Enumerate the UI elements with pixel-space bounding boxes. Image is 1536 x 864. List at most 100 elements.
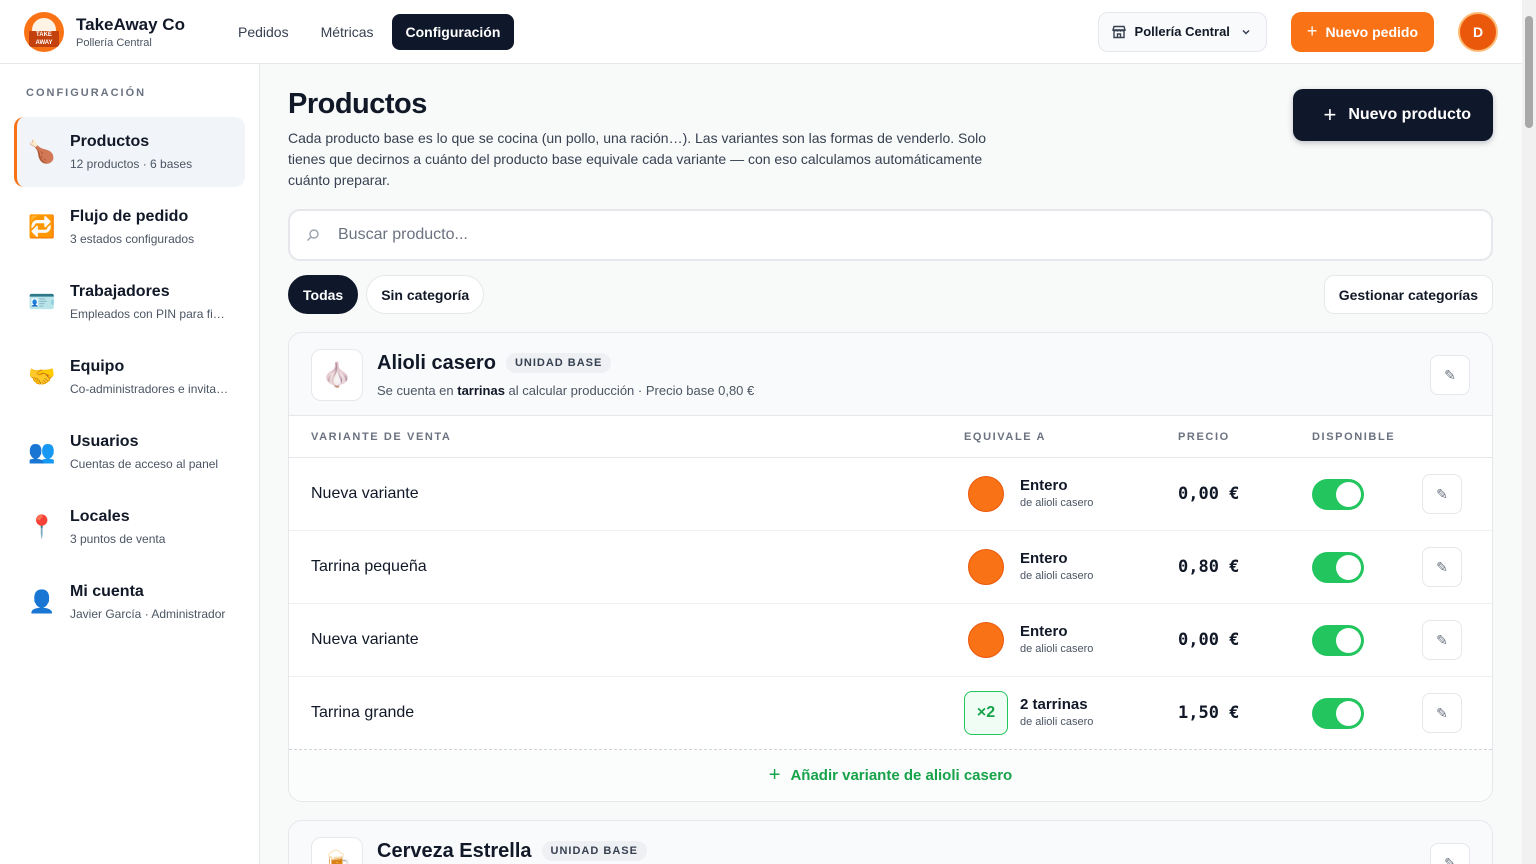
new-order-label: Nuevo pedido	[1325, 23, 1418, 40]
availability-toggle[interactable]	[1312, 479, 1364, 510]
toggle-knob	[1336, 701, 1361, 726]
sidebar-item-equipo[interactable]: 🤝 Equipo Co-administradores e invitados	[14, 342, 245, 412]
user-icon: 👤	[28, 589, 56, 614]
whole-unit-icon	[968, 622, 1004, 658]
page-scrollbar[interactable]	[1522, 0, 1536, 864]
plus-icon: +	[1323, 102, 1337, 127]
equiv-title: 2 tarrinas	[1020, 696, 1088, 713]
add-variant-button[interactable]: + Añadir variante de alioli casero	[289, 750, 1492, 800]
product-card-header: 🍺 Cerveza Estrella UNIDAD BASE ✎	[289, 821, 1492, 864]
equiv-subtitle: de alioli casero	[1020, 570, 1094, 582]
edit-variant-button[interactable]: ✎	[1422, 620, 1462, 660]
search-input[interactable]	[338, 226, 1438, 244]
column-header-variant: VARIANTE DE VENTA	[311, 431, 452, 443]
store-selector[interactable]: Pollería Central	[1097, 11, 1267, 52]
equiv-title: Entero	[1020, 550, 1068, 567]
variant-name: Tarrina grande	[311, 704, 415, 721]
whole-unit-icon	[968, 549, 1004, 585]
pencil-icon: ✎	[1436, 485, 1448, 502]
main-content: Productos Cada producto base es lo que s…	[288, 64, 1493, 864]
scrollbar-thumb[interactable]	[1525, 16, 1533, 128]
sidebar-item-label: Productos	[70, 133, 150, 150]
product-summary: Se cuenta en tarrinas al calcular produc…	[377, 383, 755, 398]
availability-toggle[interactable]	[1312, 552, 1364, 583]
settings-sidebar: CONFIGURACIÓN 🍗 Productos 12 productos · 6…	[0, 64, 260, 864]
manage-categories-button[interactable]: Gestionar categorías	[1323, 275, 1493, 314]
brand-subtitle: Pollería Central	[76, 36, 152, 49]
nav-metricas[interactable]: Métricas	[307, 14, 388, 50]
base-unit-badge: UNIDAD BASE	[505, 353, 612, 373]
sidebar-item-mi-cuenta[interactable]: 👤 Mi cuenta Javier García · Administrador	[14, 567, 245, 637]
base-unit-badge: UNIDAD BASE	[541, 841, 647, 861]
table-row: Nueva variante Entero de alioli casero 0,00…	[289, 458, 1492, 531]
sidebar-item-subtitle: Co-administradores e invitados	[70, 382, 230, 396]
edit-variant-button[interactable]: ✎	[1422, 474, 1462, 514]
edit-product-button[interactable]: ✎	[1430, 355, 1470, 395]
equiv-subtitle: de alioli casero	[1020, 497, 1094, 509]
availability-toggle[interactable]	[1312, 625, 1364, 656]
product-card: 🧄 Alioli casero UNIDAD BASE Se cuenta en …	[288, 332, 1493, 802]
nav-configuracion[interactable]: Configuración	[391, 13, 515, 50]
sidebar-item-locales[interactable]: 📍 Locales 3 puntos de venta	[14, 492, 245, 562]
beer-icon: 🍺	[311, 837, 363, 864]
brand[interactable]: TAKE AWAY TakeAway Co Pollería Central	[24, 11, 224, 52]
sidebar-item-subtitle: 3 puntos de venta	[70, 532, 166, 546]
location-pin-icon: 📍	[28, 514, 56, 539]
id-card-icon: 🪪	[28, 289, 56, 314]
brand-logo-text: TAKE AWAY	[29, 30, 59, 47]
sidebar-item-label: Flujo de pedido	[70, 208, 189, 225]
equiv-title: Entero	[1020, 477, 1068, 494]
main-nav: Pedidos Métricas Configuración	[224, 13, 518, 50]
repeat-icon: 🔁	[28, 214, 56, 239]
multiplier-badge: ×2	[964, 691, 1008, 735]
variant-price: 0,00 €	[1178, 484, 1240, 504]
garlic-icon: 🧄	[311, 349, 363, 401]
equiv-subtitle: de alioli casero	[1020, 643, 1094, 655]
sidebar-list: 🍗 Productos 12 productos · 6 bases 🔁 Flujo d…	[0, 117, 259, 637]
pencil-icon: ✎	[1444, 366, 1456, 383]
toggle-knob	[1336, 482, 1361, 507]
new-product-button[interactable]: + Nuevo producto	[1293, 89, 1493, 141]
edit-product-button[interactable]: ✎	[1430, 843, 1470, 864]
filter-chip-sin-categoria[interactable]: Sin categoría	[366, 275, 485, 314]
variants-table-header: VARIANTE DE VENTA EQUIVALE A PRECIO DISP…	[289, 416, 1492, 458]
toggle-knob	[1336, 628, 1361, 653]
filter-chip-todas[interactable]: Todas	[288, 275, 359, 314]
avatar[interactable]: D	[1458, 11, 1498, 52]
availability-toggle[interactable]	[1312, 698, 1364, 729]
chevron-down-icon	[1242, 29, 1250, 35]
plus-icon: +	[1306, 21, 1318, 41]
new-order-button[interactable]: + Nuevo pedido	[1290, 11, 1434, 52]
brand-logo: TAKE AWAY	[24, 11, 64, 52]
sidebar-item-subtitle: 3 estados configurados	[70, 232, 195, 246]
sidebar-item-label: Locales	[70, 508, 130, 525]
add-variant-label: Añadir variante de alioli casero	[790, 766, 1013, 784]
page-description: Cada producto base es lo que se cocina (…	[288, 130, 987, 188]
equiv-subtitle: de alioli casero	[1020, 716, 1094, 728]
sidebar-item-label: Equipo	[70, 358, 125, 375]
search-icon	[307, 229, 319, 241]
column-header-available: DISPONIBLE	[1312, 431, 1396, 443]
category-filters: Todas Sin categoría	[288, 275, 492, 314]
new-product-label: Nuevo producto	[1348, 106, 1471, 123]
product-card: 🍺 Cerveza Estrella UNIDAD BASE ✎	[288, 820, 1493, 864]
nav-pedidos[interactable]: Pedidos	[224, 14, 303, 50]
store-selector-label: Pollería Central	[1134, 24, 1230, 39]
sidebar-item-subtitle: Javier García · Administrador	[70, 607, 226, 621]
edit-variant-button[interactable]: ✎	[1422, 547, 1462, 587]
page-title: Productos	[288, 88, 427, 120]
sidebar-item-trabajadores[interactable]: 🪪 Trabajadores Empleados con PIN para fich…	[14, 267, 245, 337]
edit-variant-button[interactable]: ✎	[1422, 693, 1462, 733]
sidebar-item-subtitle: 12 productos · 6 bases	[70, 157, 193, 171]
sidebar-item-usuarios[interactable]: 👥 Usuarios Cuentas de acceso al panel	[14, 417, 245, 487]
top-bar: TAKE AWAY TakeAway Co Pollería Central P…	[0, 0, 1522, 64]
sidebar-item-flujo-de-pedido[interactable]: 🔁 Flujo de pedido 3 estados configurados	[14, 192, 245, 262]
pencil-icon: ✎	[1436, 631, 1448, 648]
toggle-knob	[1336, 555, 1361, 580]
pencil-icon: ✎	[1436, 558, 1448, 575]
sidebar-item-label: Mi cuenta	[70, 583, 144, 600]
product-name: Cerveza Estrella	[377, 840, 532, 862]
sidebar-item-productos[interactable]: 🍗 Productos 12 productos · 6 bases	[14, 117, 245, 187]
variant-name: Nueva variante	[311, 485, 419, 502]
sidebar-item-subtitle: Empleados con PIN para fichar	[70, 307, 230, 321]
